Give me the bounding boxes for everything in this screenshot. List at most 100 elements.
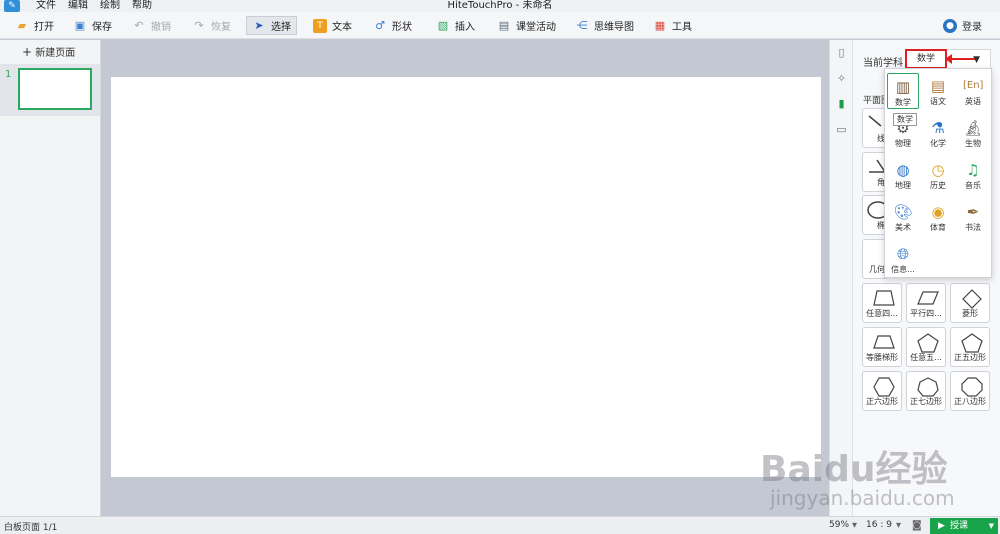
flask-icon: ⚗ bbox=[931, 119, 945, 137]
shape-parallelogram[interactable]: 平行四... bbox=[906, 283, 946, 323]
info-globe-icon: 🌐︎ bbox=[896, 245, 909, 263]
save-button[interactable]: ▣ 保存 bbox=[68, 16, 117, 35]
book-icon: ▮ bbox=[838, 97, 845, 110]
window-title: HiteTouchPro - 未命名 bbox=[447, 0, 553, 11]
pentagon-icon bbox=[917, 333, 939, 353]
subject-biology[interactable]: 🔬︎ 生物 bbox=[957, 115, 989, 151]
subject-dropdown-menu: ▥ 数学 ▤ 语文 [En] 英语 ⚙ 物理 ⚗ 化学 🔬︎ 生物 ◍ 地理 ◷… bbox=[884, 68, 992, 278]
folder-icon: ▰ bbox=[17, 18, 27, 32]
subject-it[interactable]: 🌐︎ 信息... bbox=[887, 241, 919, 277]
subject-tooltip: 数学 bbox=[893, 113, 917, 126]
subject-dropdown-toggle[interactable]: ▼ bbox=[945, 49, 991, 69]
ball-icon: ◉ bbox=[931, 203, 945, 221]
subject-chinese[interactable]: ▤ 语文 bbox=[922, 73, 954, 109]
mind-map-button[interactable]: ⋲ 思维导图 bbox=[570, 16, 639, 35]
tools-button[interactable]: ▦ 工具 bbox=[648, 16, 697, 35]
teach-button[interactable]: ▶ 授课 ▼ bbox=[930, 518, 998, 534]
pin-tab[interactable]: ✧ bbox=[835, 72, 848, 86]
page-properties-tab[interactable]: ▯ bbox=[835, 46, 848, 60]
page-thumbnail-row[interactable]: 1 bbox=[0, 64, 100, 116]
aspect-ratio[interactable]: 16 : 9 bbox=[866, 520, 892, 530]
canvas-area bbox=[101, 40, 829, 516]
zoom-level[interactable]: 59% bbox=[829, 520, 849, 530]
brush-icon: ✒ bbox=[966, 203, 980, 221]
user-icon: ● bbox=[943, 18, 957, 33]
redo-icon: ↷ bbox=[194, 18, 204, 32]
line-icon bbox=[868, 115, 882, 127]
heptagon-icon bbox=[917, 377, 939, 397]
save-icon: ▣ bbox=[74, 18, 86, 32]
current-subject-label: 当前学科 bbox=[863, 58, 903, 69]
subject-pe[interactable]: ◉ 体育 bbox=[922, 199, 954, 235]
octagon-icon bbox=[961, 377, 983, 397]
insert-image-icon: ▧ bbox=[437, 18, 449, 32]
rhombus-icon bbox=[962, 289, 982, 309]
document-icon: ▯ bbox=[838, 46, 845, 59]
subject-history[interactable]: ◷ 历史 bbox=[922, 157, 954, 193]
regular-pentagon-icon bbox=[961, 333, 983, 353]
new-page-button[interactable]: + 新建页面 bbox=[22, 44, 75, 59]
trapezoid-icon bbox=[873, 335, 895, 349]
subject-calligraphy[interactable]: ✒ 书法 bbox=[957, 199, 989, 235]
pin-icon: ✧ bbox=[836, 72, 847, 85]
cursor-icon: ➤ bbox=[254, 18, 264, 32]
shape-quadrilateral[interactable]: 任意四... bbox=[862, 283, 902, 323]
subject-chemistry[interactable]: ⚗ 化学 bbox=[922, 115, 954, 151]
mind-map-icon: ⋲ bbox=[576, 18, 588, 32]
play-icon: ▶ bbox=[938, 521, 945, 531]
screen-icon[interactable]: ◙ bbox=[912, 520, 922, 531]
shape-regular-pentagon[interactable]: 正五边形 bbox=[950, 327, 990, 367]
resource-tab[interactable]: ▭ bbox=[835, 123, 848, 137]
main-toolbar: ▰ 打开 ▣ 保存 ↶ 撤销 ↷ 恢复 ➤ 选择 T 文本 ♂ 形状 ▧ 插入 … bbox=[0, 12, 1000, 39]
hexagon-icon bbox=[873, 377, 895, 397]
shape-button[interactable]: ♂ 形状 bbox=[368, 16, 417, 35]
shape-regular-octagon[interactable]: 正八边形 bbox=[950, 371, 990, 411]
chinese-book-icon: ▤ bbox=[930, 77, 946, 95]
watermark: Baidu经验 jingyan.baidu.com bbox=[760, 440, 990, 516]
shape-rhombus[interactable]: 菱形 bbox=[950, 283, 990, 323]
parallelogram-icon bbox=[917, 291, 939, 305]
shape-regular-heptagon[interactable]: 正七边形 bbox=[906, 371, 946, 411]
subject-math[interactable]: ▥ 数学 bbox=[887, 73, 919, 109]
redo-button[interactable]: ↷ 恢复 bbox=[187, 16, 236, 35]
text-button[interactable]: T 文本 bbox=[308, 16, 357, 35]
login-button[interactable]: ● 登录 bbox=[943, 16, 982, 35]
title-bar: ✎ 文件 编辑 绘制 帮助 HiteTouchPro - 未命名 bbox=[0, 0, 1000, 12]
page-info: 白板页面 1/1 bbox=[4, 523, 58, 533]
page-thumbnail[interactable] bbox=[18, 68, 92, 110]
undo-icon: ↶ bbox=[134, 18, 144, 32]
quadrilateral-icon bbox=[873, 290, 895, 306]
subject-art[interactable]: 🎨︎ 美术 bbox=[887, 199, 919, 235]
class-activity-button[interactable]: ▤ 课堂活动 bbox=[492, 16, 561, 35]
palette-icon: 🎨︎ bbox=[893, 203, 913, 221]
toolbox-icon: ▦ bbox=[654, 18, 666, 32]
subject-tools-tab[interactable]: ▮ bbox=[835, 97, 848, 111]
zoom-dropdown-icon[interactable]: ▾ bbox=[852, 520, 857, 531]
teach-dropdown-icon[interactable]: ▼ bbox=[989, 518, 994, 534]
chevron-down-icon: ▼ bbox=[973, 55, 980, 65]
microscope-icon: 🔬︎ bbox=[963, 119, 983, 137]
subject-english[interactable]: [En] 英语 bbox=[957, 73, 989, 109]
clock-icon: ◷ bbox=[931, 161, 945, 179]
page-panel: + 新建页面 1 bbox=[0, 40, 101, 516]
red-arrow-annotation bbox=[945, 54, 975, 64]
english-icon: [En] bbox=[963, 80, 984, 91]
undo-button[interactable]: ↶ 撤销 bbox=[127, 16, 176, 35]
whiteboard-canvas[interactable] bbox=[111, 77, 821, 477]
subject-select[interactable]: 数学 bbox=[905, 49, 947, 69]
select-button[interactable]: ➤ 选择 bbox=[246, 16, 297, 35]
watermark-logo: Baidu经验 bbox=[760, 449, 948, 490]
open-button[interactable]: ▰ 打开 bbox=[10, 16, 59, 35]
ratio-dropdown-icon[interactable]: ▾ bbox=[896, 520, 901, 531]
insert-button[interactable]: ▧ 插入 bbox=[431, 16, 480, 35]
watermark-url: jingyan.baidu.com bbox=[770, 486, 955, 510]
shape-icon: ♂ bbox=[375, 18, 385, 32]
music-icon: ♫ bbox=[966, 161, 980, 179]
subject-geography[interactable]: ◍ 地理 bbox=[887, 157, 919, 193]
subject-music[interactable]: ♫ 音乐 bbox=[957, 157, 989, 193]
shape-pentagon-arbitrary[interactable]: 任意五... bbox=[906, 327, 946, 367]
classroom-icon: ▤ bbox=[498, 18, 510, 32]
globe-icon: ◍ bbox=[896, 161, 910, 179]
shape-regular-hexagon[interactable]: 正六边形 bbox=[862, 371, 902, 411]
shape-isosceles-trapezoid[interactable]: 等腰梯形 bbox=[862, 327, 902, 367]
